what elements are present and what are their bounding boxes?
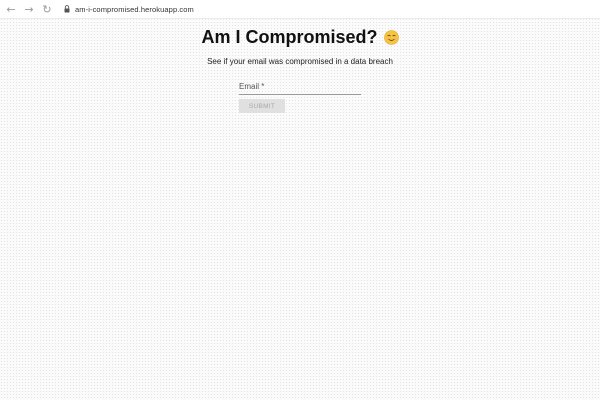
submit-button[interactable]: SUBMIT (239, 99, 285, 113)
page-content: Am I Compromised? See if your email was … (0, 18, 600, 400)
smiley-icon (383, 30, 399, 45)
back-icon[interactable]: ← (2, 0, 20, 18)
forward-icon[interactable]: → (20, 0, 38, 18)
address-bar-url[interactable]: am-i-compromised.herokuapp.com (75, 5, 194, 14)
reload-icon[interactable]: ↻ (38, 0, 56, 18)
page-title: Am I Compromised? (201, 27, 378, 47)
email-input[interactable] (239, 82, 361, 94)
email-field[interactable]: Email * (239, 82, 361, 95)
lock-icon[interactable] (64, 5, 70, 13)
browser-toolbar: ← → ↻ am-i-compromised.herokuapp.com (0, 0, 600, 19)
page-subtitle: See if your email was compromised in a d… (207, 57, 393, 66)
title-row: Am I Compromised? (0, 27, 600, 48)
browser-window: ← → ↻ am-i-compromised.herokuapp.com Am … (0, 0, 600, 400)
